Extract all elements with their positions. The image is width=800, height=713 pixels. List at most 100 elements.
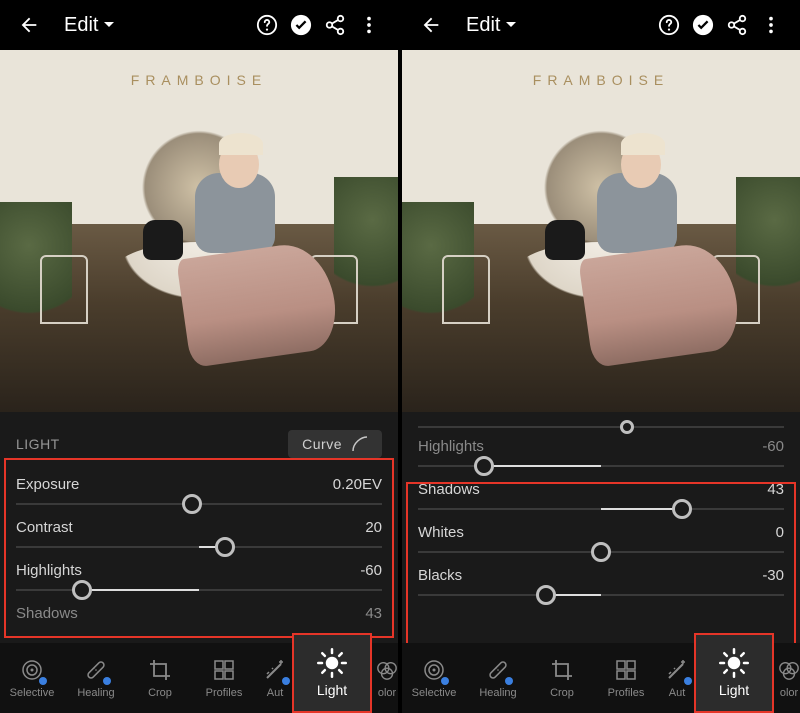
confirm-button[interactable] [686, 8, 720, 42]
wand-icon [262, 657, 288, 683]
slider-track[interactable] [16, 589, 382, 591]
slider-label: Shadows [16, 605, 78, 622]
tool-crop[interactable]: Crop [128, 643, 192, 713]
tool-auto[interactable]: Aut [256, 643, 294, 713]
tool-crop[interactable]: Crop [530, 643, 594, 713]
tool-profiles[interactable]: Profiles [192, 643, 256, 713]
tool-label: Healing [77, 687, 114, 699]
slider-thumb[interactable] [72, 580, 92, 600]
share-button[interactable] [318, 8, 352, 42]
tab-color-label: olor [378, 687, 396, 699]
slider-value: -30 [762, 567, 784, 584]
back-button[interactable] [414, 8, 448, 42]
photo-preview[interactable]: FRAMBOISE [0, 50, 398, 412]
help-icon [256, 14, 278, 36]
slider-highlights: Highlights -60 [402, 428, 800, 471]
more-vert-icon [760, 14, 782, 36]
slider-label: Highlights [16, 562, 82, 579]
help-button[interactable] [250, 8, 284, 42]
slider-thumb[interactable] [591, 542, 611, 562]
bandage-icon [83, 657, 109, 683]
slider-track[interactable] [16, 503, 382, 505]
arrow-left-icon [18, 14, 40, 36]
slider-value: 43 [767, 481, 784, 498]
tool-profiles[interactable]: Profiles [594, 643, 658, 713]
slider-track[interactable] [16, 546, 382, 548]
more-vert-icon [358, 14, 380, 36]
color-icon [778, 659, 800, 681]
more-button[interactable] [352, 8, 386, 42]
slider-thumb[interactable] [215, 537, 235, 557]
tab-color-cut[interactable]: olor [774, 643, 800, 713]
slider-thumb[interactable] [182, 494, 202, 514]
slider-fill [82, 589, 199, 591]
brightness-icon [719, 648, 749, 678]
slider-label: Whites [418, 524, 464, 541]
tool-healing[interactable]: Healing [64, 643, 128, 713]
panel-left: Edit FRAMBOISE LIGHT Curve [0, 0, 398, 713]
topbar: Edit [402, 0, 800, 50]
tool-label: Selective [412, 687, 457, 699]
more-button[interactable] [754, 8, 788, 42]
tool-healing[interactable]: Healing [466, 643, 530, 713]
slider-thumb[interactable] [474, 456, 494, 476]
tool-label: Aut [267, 687, 284, 699]
slider-contrast: Contrast 20 [0, 509, 398, 552]
tab-light-label: Light [719, 682, 749, 698]
tool-label: Profiles [206, 687, 243, 699]
back-button[interactable] [12, 8, 46, 42]
curve-button[interactable]: Curve [288, 430, 382, 458]
color-icon [376, 659, 398, 681]
screen-title[interactable]: Edit [64, 14, 114, 37]
slider-value: 43 [365, 605, 382, 622]
share-button[interactable] [720, 8, 754, 42]
photo-preview[interactable]: FRAMBOISE [402, 50, 800, 412]
tool-label: Healing [479, 687, 516, 699]
tab-light-label: Light [317, 682, 347, 698]
slider-track[interactable] [418, 594, 784, 596]
tab-light[interactable]: Light [292, 633, 372, 713]
slider-label: Exposure [16, 476, 79, 493]
screen-title[interactable]: Edit [466, 14, 516, 37]
slider-blacks: Blacks -30 [402, 557, 800, 600]
topbar: Edit [0, 0, 398, 50]
slider-track[interactable] [418, 551, 784, 553]
help-button[interactable] [652, 8, 686, 42]
tool-selective[interactable]: Selective [402, 643, 466, 713]
slider-value: -60 [762, 438, 784, 455]
tool-auto[interactable]: Aut [658, 643, 696, 713]
controls-left: LIGHT Curve Exposure0.20EVContrast20High… [0, 412, 398, 643]
slider-label: Contrast [16, 519, 73, 536]
crop-icon [549, 657, 575, 683]
grid-icon [211, 657, 237, 683]
curve-label: Curve [302, 436, 342, 452]
caret-down-icon [104, 20, 114, 30]
tab-color-label: olor [780, 687, 798, 699]
slider-thumb[interactable] [620, 420, 634, 434]
wand-icon [664, 657, 690, 683]
target-icon [19, 657, 45, 683]
tool-label: Crop [148, 687, 172, 699]
tool-selective[interactable]: Selective [0, 643, 64, 713]
tab-light[interactable]: Light [694, 633, 774, 713]
confirm-button[interactable] [284, 8, 318, 42]
slider-thumb[interactable] [672, 499, 692, 519]
help-icon [658, 14, 680, 36]
slider-label: Highlights [418, 438, 484, 455]
slider-shadows: Shadows 43 [402, 471, 800, 514]
slider-fill [601, 508, 682, 510]
tab-color-cut[interactable]: olor [372, 643, 402, 713]
tool-label: Selective [10, 687, 55, 699]
target-icon [421, 657, 447, 683]
slider-label: Shadows [418, 481, 480, 498]
slider-value: -60 [360, 562, 382, 579]
slider-thumb[interactable] [536, 585, 556, 605]
slider-label: Blacks [418, 567, 462, 584]
slider-shadows-preview: Shadows 43 [0, 595, 398, 626]
slider-track[interactable] [418, 508, 784, 510]
slider-exposure: Exposure0.20EV [0, 466, 398, 509]
slider-track[interactable] [418, 465, 784, 467]
slider-value: 20 [365, 519, 382, 536]
bottombar: Selective Healing CropProfilesAut Light ol… [402, 643, 800, 713]
slider-fill [484, 465, 601, 467]
